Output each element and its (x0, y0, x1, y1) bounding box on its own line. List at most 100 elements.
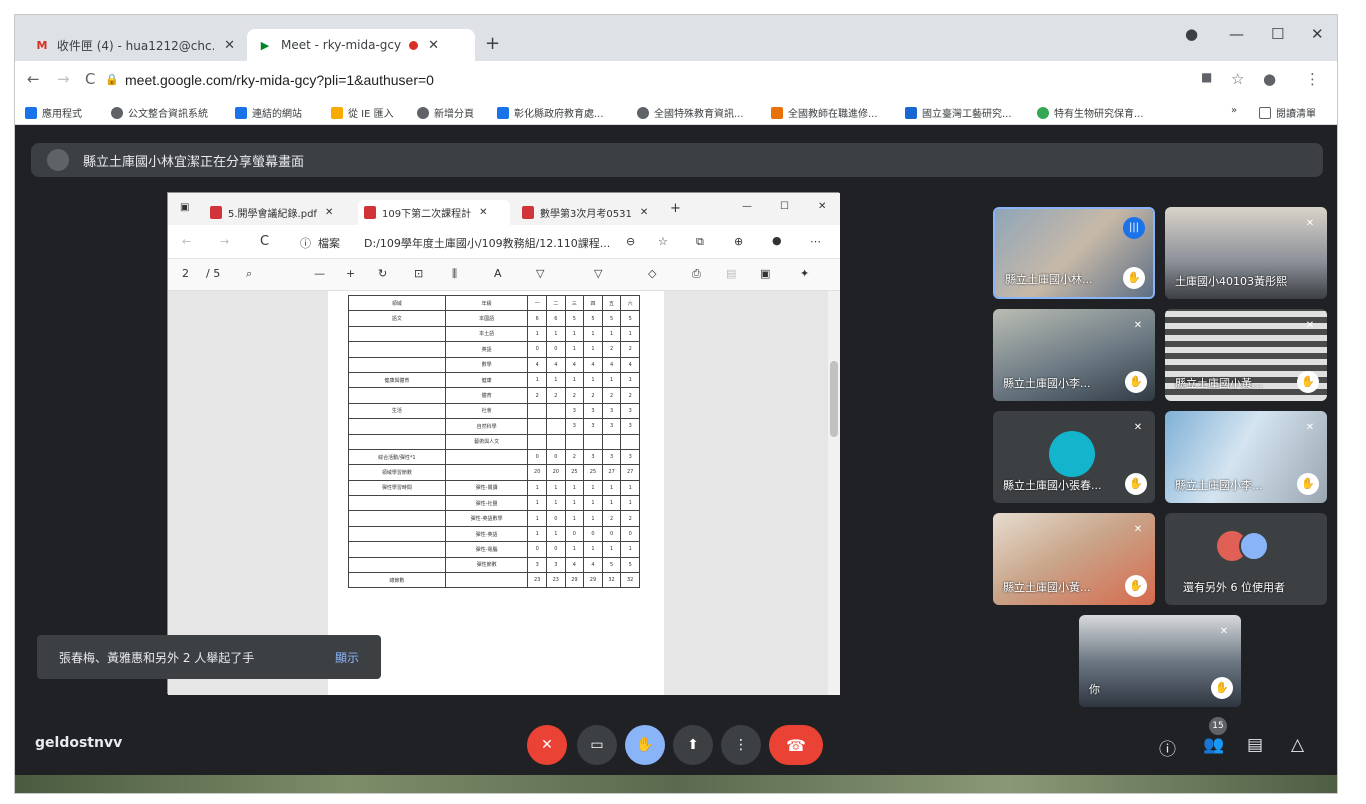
close-window-button[interactable]: ✕ (1311, 25, 1324, 43)
self-tile[interactable]: ✕ 你 ✋ (1079, 615, 1241, 707)
reading-list-button[interactable]: 閱讀清單 (1259, 105, 1316, 120)
table-cell: 本國語 (444, 310, 529, 327)
shared-tab: 5.開學會議紀錄.pdf ✕ (204, 200, 352, 225)
table-cell: 2 (564, 448, 585, 466)
participant-tile[interactable]: ✕ 縣立土庫國小黃... ✋ (1165, 309, 1327, 401)
bookmark-item[interactable]: 國立臺灣工藝研究... (905, 105, 1012, 120)
mic-off-icon: ✕ (1133, 524, 1143, 535)
participant-tile[interactable]: ✕ 縣立土庫國小李... ✋ (993, 309, 1155, 401)
table-cell: 5 (583, 310, 603, 327)
speaking-indicator-icon: ||| (1123, 217, 1145, 239)
table-cell: 彈性學習時間 (348, 479, 446, 497)
table-cell (348, 356, 446, 373)
meeting-details-button[interactable]: ⓘ (1159, 735, 1176, 760)
table-cell: 1 (583, 479, 603, 497)
present-screen-button[interactable]: ⬆ (673, 725, 713, 765)
table-cell: 20 (527, 464, 548, 481)
close-tab-icon[interactable]: ✕ (224, 38, 235, 53)
more-bookmarks-button[interactable]: » (1231, 105, 1237, 116)
table-cell: 1 (564, 325, 585, 343)
meeting-code: geldostnvv (35, 735, 123, 751)
back-button[interactable]: ← (27, 70, 40, 88)
table-cell (348, 525, 446, 543)
maximize-button[interactable]: ☐ (1271, 25, 1284, 43)
cloud-icon (497, 106, 509, 119)
url-field[interactable]: meet.google.com/rky-mida-gcy?pli=1&authu… (125, 72, 434, 88)
minimize-button[interactable]: — (1229, 25, 1244, 43)
table-cell (348, 387, 446, 404)
forward-button[interactable]: → (57, 70, 70, 88)
highlight-icon: ▽ (594, 267, 603, 280)
table-cell: 0 (546, 510, 566, 527)
people-button[interactable]: 👥 (1203, 735, 1224, 755)
bookmark-label: 特有生物研究保育... (1054, 109, 1144, 120)
leave-call-button[interactable]: ☎ (769, 725, 823, 765)
table-cell: 2 (601, 510, 622, 527)
tab-gmail[interactable]: M 收件匣 (4) - hua1212@chc.edu ✕ (25, 29, 245, 61)
bookmark-item[interactable]: 新增分頁 (417, 105, 474, 120)
table-cell: 總節數 (348, 572, 446, 589)
table-cell (444, 448, 529, 466)
close-tab-icon[interactable]: ✕ (428, 38, 439, 53)
table-cell: 3 (527, 556, 548, 574)
tab-gmail-label: 收件匣 (4) - hua1212@chc.edu (56, 38, 214, 53)
bookmark-item[interactable]: 連結的網站 (235, 105, 302, 120)
bookmark-item[interactable]: 彰化縣政府教育處... (497, 105, 604, 120)
presenting-banner-text: 縣立土庫國小林宜潔正在分享螢幕畫面 (83, 154, 305, 170)
profile-avatar[interactable]: ● (1263, 70, 1276, 88)
participant-tile[interactable]: ✕ 縣立土庫國小李... ✋ (1165, 411, 1327, 503)
raise-hand-button[interactable]: ✋ (625, 725, 665, 765)
bookmark-label: 新增分頁 (434, 109, 474, 120)
shared-screen: ▣ 5.開學會議紀錄.pdf ✕ 109下第二次課程計 ✕ 數學第3次月考0531 ✕… (167, 192, 840, 695)
bookmark-item[interactable]: 全國教師在職進修... (771, 105, 878, 120)
activities-button[interactable]: △ (1291, 735, 1304, 755)
participant-tile[interactable]: ✕ 土庫國小40103黃彤熙 (1165, 207, 1327, 299)
table-cell: 2 (601, 341, 622, 358)
camera-toggle-button[interactable]: ▭ (577, 725, 617, 765)
bookmark-item[interactable]: 全國特殊教育資訊... (637, 105, 744, 120)
show-raised-hands-button[interactable]: 顯示 (335, 649, 359, 666)
bookmark-star-icon[interactable]: ☆ (1231, 70, 1244, 88)
mic-toggle-button[interactable]: ✕ (527, 725, 567, 765)
reload-button[interactable]: C (85, 70, 95, 88)
table-row: 彈性學習時間 彈性-閱讀 1 1 1 1 1 1 (348, 479, 640, 497)
chat-button[interactable]: ▤ (1247, 735, 1263, 755)
bookmark-label: 應用程式 (42, 109, 82, 120)
table-cell: 2 (527, 387, 548, 404)
bookmark-item[interactable]: 從 IE 匯入 (331, 105, 394, 120)
bookmark-apps[interactable]: 應用程式 (25, 105, 82, 120)
participant-avatar (1049, 431, 1095, 477)
table-cell: 27 (620, 464, 640, 481)
minimize-icon: — (742, 201, 752, 212)
table-cell: 1 (546, 325, 566, 343)
bookmark-item[interactable]: 特有生物研究保育... (1037, 105, 1144, 120)
table-cell (527, 402, 548, 420)
table-header-cell: 年級 (444, 294, 529, 312)
table-cell: 1 (583, 510, 603, 527)
camera-in-use-icon[interactable]: ■ (1201, 70, 1212, 84)
new-tab-button[interactable]: + (485, 33, 500, 54)
raised-hand-icon: ✋ (1125, 473, 1147, 495)
participant-tile[interactable]: ✕ 縣立土庫國小張春... ✋ (993, 411, 1155, 503)
participant-tile[interactable]: ||| 縣立土庫國小林... ✋ (993, 207, 1155, 299)
table-header-cell: 五 (601, 294, 622, 312)
profile-indicator-icon[interactable]: ● (1185, 25, 1198, 43)
participant-tile[interactable]: ✕ 縣立土庫國小黃... ✋ (993, 513, 1155, 605)
menu-icon[interactable]: ⋮ (1305, 70, 1320, 88)
participant-avatar (1239, 531, 1269, 561)
table-cell: 3 (564, 418, 585, 435)
table-cell: 1 (620, 325, 640, 343)
bookmark-item[interactable]: 公文整合資訊系統 (111, 105, 208, 120)
print-icon: ⎙ (692, 267, 701, 280)
info-icon: ⓘ (300, 237, 311, 250)
leaf-icon (1037, 106, 1049, 119)
tab-meet[interactable]: ▶ Meet - rky-mida-gcy ✕ (247, 29, 475, 61)
more-participants-tile[interactable]: 還有另外 6 位使用者 (1165, 513, 1327, 605)
zoom-out-icon: — (314, 267, 325, 280)
more-options-button[interactable]: ⋮ (721, 725, 761, 765)
table-cell: 1 (601, 541, 622, 558)
table-cell: 3 (546, 556, 566, 574)
table-cell: 1 (601, 371, 622, 389)
table-cell: 3 (620, 402, 640, 420)
erase-icon: ◇ (648, 267, 657, 280)
